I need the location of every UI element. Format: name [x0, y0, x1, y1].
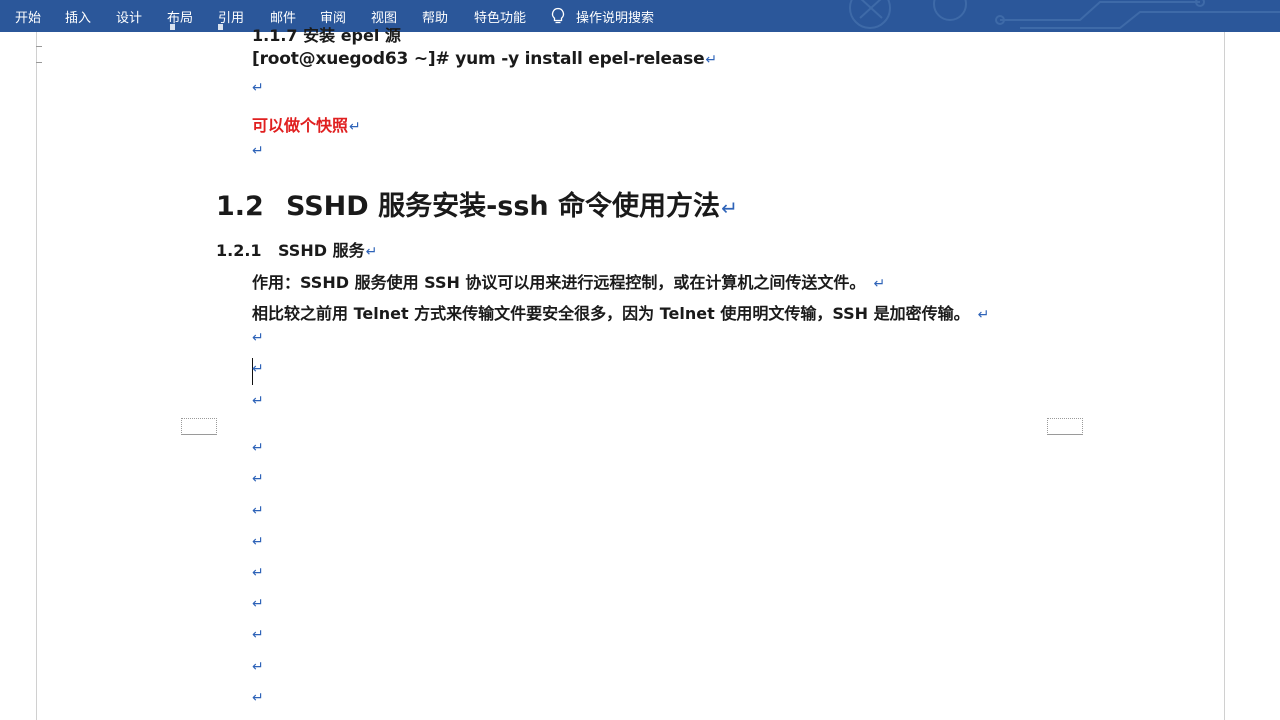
tell-me-search[interactable]: 操作说明搜索 — [550, 6, 654, 26]
heading-1-2: 1.2 SSHD 服务安装-ssh 命令使用方法↵ — [216, 184, 738, 223]
tab-features[interactable]: 特色功能 — [474, 7, 526, 26]
command-line: [root@xuegod63 ~]# yum -y install epel-r… — [252, 49, 717, 69]
paragraph-mark: ↵ — [349, 119, 361, 135]
empty-paragraph: ↵ — [252, 143, 264, 159]
body-paragraph: 作用：SSHD 服务使用 SSH 协议可以用来进行远程控制，或在计算机之间传送文… — [252, 273, 886, 292]
ribbon-artifact — [170, 24, 175, 30]
paragraph-mark: ↵ — [365, 244, 378, 260]
lightbulb-icon — [551, 7, 565, 24]
empty-paragraph: ↵ — [252, 565, 264, 581]
empty-paragraph: ↵ — [252, 627, 264, 643]
search-label: 操作说明搜索 — [576, 10, 655, 26]
tab-home[interactable]: 开始 — [15, 7, 41, 26]
empty-paragraph: ↵ — [252, 534, 264, 550]
margin-dash — [36, 62, 42, 63]
heading-text: SSHD 服务安装-ssh 命令使用方法 — [286, 191, 721, 222]
heading-number: 1.2.1 — [216, 241, 262, 260]
paragraph-mark: ↵ — [977, 307, 990, 323]
paragraph-mark: ↵ — [705, 52, 717, 68]
empty-paragraph: ↵ — [252, 503, 264, 519]
text-boundary-marker-left — [181, 418, 217, 435]
empty-paragraph: ↵ — [252, 690, 264, 706]
heading-number: 1.2 — [216, 191, 264, 222]
ribbon-tab-bar: 开始 插入 设计 布局 引用 邮件 审阅 视图 帮助 特色功能 操作说明搜索 — [0, 0, 1280, 32]
page-left-edge — [36, 32, 37, 720]
ribbon-decoration — [849, 0, 1280, 29]
empty-paragraph: ↵ — [252, 659, 264, 675]
margin-dash — [36, 46, 42, 47]
body-paragraph: 相比较之前用 Telnet 方式来传输文件要安全很多，因为 Telnet 使用明… — [252, 304, 990, 323]
empty-paragraph: ↵ — [252, 393, 264, 409]
heading-text: SSHD 服务 — [278, 241, 365, 260]
empty-paragraph: ↵ — [252, 361, 264, 377]
tab-design[interactable]: 设计 — [116, 7, 142, 26]
snapshot-note: 可以做个快照↵ — [252, 116, 361, 135]
empty-paragraph: ↵ — [252, 596, 264, 612]
paragraph-mark: ↵ — [873, 276, 886, 292]
tab-insert[interactable]: 插入 — [65, 7, 91, 26]
heading-1-2-1: 1.2.1 SSHD 服务↵ — [216, 237, 377, 261]
empty-paragraph: ↵ — [252, 80, 264, 96]
empty-paragraph: ↵ — [252, 440, 264, 456]
empty-paragraph: ↵ — [252, 471, 264, 487]
paragraph-mark: ↵ — [721, 196, 738, 220]
tab-help[interactable]: 帮助 — [422, 7, 448, 26]
ribbon-artifact — [218, 24, 223, 30]
page-right-edge — [1224, 32, 1225, 720]
empty-paragraph: ↵ — [252, 330, 264, 346]
cut-off-heading: 1.1.7 安装 epel 源 — [252, 26, 401, 45]
text-boundary-marker-right — [1047, 418, 1083, 435]
